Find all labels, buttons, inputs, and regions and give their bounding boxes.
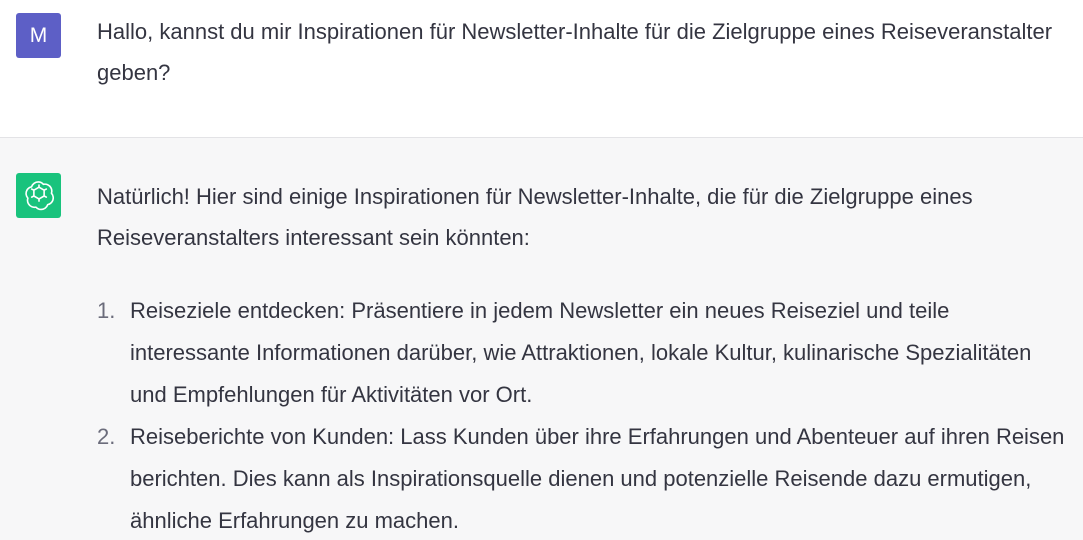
user-avatar-letter: M	[29, 23, 48, 47]
assistant-message: Natürlich! Hier sind einige Inspiratione…	[0, 138, 1083, 540]
user-avatar: M	[16, 13, 61, 58]
list-item: 2. Reiseberichte von Kunden: Lass Kunden…	[97, 416, 1073, 540]
assistant-avatar	[16, 173, 61, 218]
openai-logo-icon	[24, 180, 54, 210]
list-item: 1. Reiseziele entdecken: Präsentiere in …	[97, 290, 1073, 416]
list-item-number: 2.	[97, 424, 116, 449]
list-item-number: 1.	[97, 298, 116, 323]
user-message: M Hallo, kannst du mir Inspirationen für…	[0, 0, 1083, 138]
list-item-text: Reiseziele entdecken: Präsentiere in jed…	[130, 298, 1032, 407]
user-message-text: Hallo, kannst du mir Inspirationen für N…	[97, 19, 1053, 85]
assistant-list: 1. Reiseziele entdecken: Präsentiere in …	[97, 290, 1073, 540]
list-item-text: Reiseberichte von Kunden: Lass Kunden üb…	[130, 424, 1065, 533]
assistant-intro-text: Natürlich! Hier sind einige Inspiratione…	[97, 184, 973, 250]
